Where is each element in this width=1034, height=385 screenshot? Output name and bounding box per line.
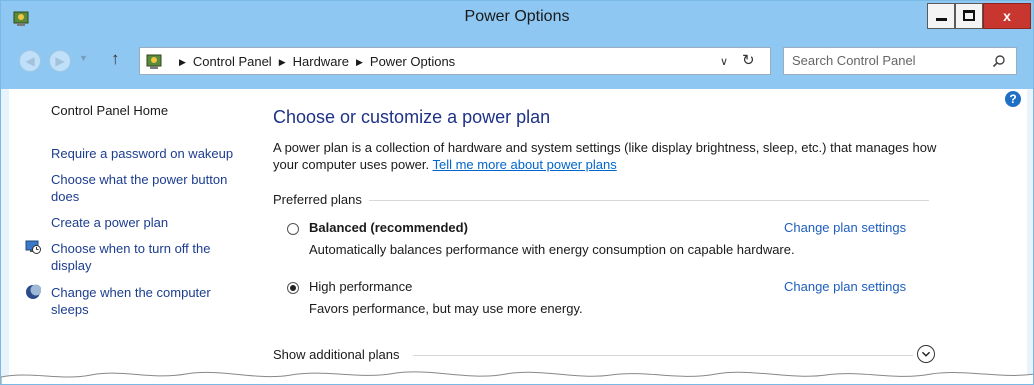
radio-high-performance[interactable]	[287, 282, 299, 294]
sidebar-item-create-plan[interactable]: Create a power plan	[51, 214, 251, 231]
address-bar[interactable]: ▶ Control Panel ▶ Hardware ▶ Power Options ∨ …	[139, 47, 771, 75]
change-plan-settings-high-performance-link[interactable]: Change plan settings	[784, 279, 906, 294]
change-plan-settings-balanced-link[interactable]: Change plan settings	[784, 220, 906, 235]
search-icon[interactable]	[992, 54, 1006, 68]
chevron-right-icon[interactable]: ▶	[356, 57, 363, 67]
preferred-plans-label: Preferred plans	[273, 192, 362, 207]
up-button[interactable]: ↑	[111, 49, 120, 69]
display-clock-icon	[25, 240, 41, 254]
close-button[interactable]: x	[983, 3, 1031, 29]
title-bar[interactable]: Power Options x	[1, 1, 1033, 35]
close-icon: x	[1003, 8, 1011, 24]
back-button[interactable]: ◀	[19, 50, 41, 72]
plan-description-balanced: Automatically balances performance with …	[309, 242, 795, 257]
radio-balanced[interactable]	[287, 223, 299, 235]
minimize-icon	[936, 18, 947, 21]
sidebar-item-require-password[interactable]: Require a password on wakeup	[51, 145, 251, 162]
power-options-window: Power Options x ◀ ▶ ▼ ↑ ▶ Control Panel ▶ H…	[0, 0, 1034, 385]
sidebar-item-turn-off-display[interactable]: Choose when to turn off the display	[51, 240, 251, 274]
content-area: Control Panel Home Require a password on…	[9, 89, 1027, 384]
refresh-icon[interactable]: ↻	[742, 51, 755, 69]
search-input[interactable]	[792, 53, 982, 68]
search-box[interactable]	[783, 47, 1017, 75]
page-description: A power plan is a collection of hardware…	[273, 139, 943, 173]
additional-plans-label[interactable]: Show additional plans	[273, 347, 399, 362]
breadcrumb-hardware[interactable]: Hardware	[293, 54, 349, 69]
plan-name-balanced[interactable]: Balanced (recommended)	[309, 220, 468, 235]
radio-selected-dot	[290, 285, 296, 291]
sidebar-item-computer-sleeps[interactable]: Change when the computer sleeps	[51, 284, 251, 318]
chevron-right-icon[interactable]: ▶	[279, 57, 286, 67]
control-panel-icon	[146, 54, 162, 69]
window-title: Power Options	[464, 8, 570, 25]
divider	[413, 355, 913, 356]
maximize-button[interactable]	[955, 3, 983, 29]
maximize-icon	[963, 10, 975, 21]
sidebar-item-power-button[interactable]: Choose what the power button does	[51, 171, 251, 205]
learn-more-link[interactable]: Tell me more about power plans	[432, 157, 616, 172]
moon-icon	[26, 284, 41, 299]
recent-locations-dropdown[interactable]: ▼	[79, 53, 88, 63]
plan-description-high-performance: Favors performance, but may use more ene…	[309, 301, 583, 316]
divider	[369, 200, 929, 201]
control-panel-home-link[interactable]: Control Panel Home	[51, 102, 168, 119]
page-title: Choose or customize a power plan	[273, 107, 551, 127]
minimize-button[interactable]	[927, 3, 955, 29]
breadcrumb: ▶ Control Panel ▶ Hardware ▶ Power Options	[172, 54, 455, 69]
breadcrumb-power-options[interactable]: Power Options	[370, 54, 455, 69]
torn-edge	[1, 371, 1033, 384]
chevron-right-icon[interactable]: ▶	[179, 57, 186, 67]
plan-name-high-performance[interactable]: High performance	[309, 279, 412, 294]
breadcrumb-control-panel[interactable]: Control Panel	[193, 54, 272, 69]
address-toolbar: ◀ ▶ ▼ ↑ ▶ Control Panel ▶ Hardware ▶ Power Op…	[1, 35, 1033, 89]
forward-button[interactable]: ▶	[49, 50, 71, 72]
help-icon[interactable]: ?	[1005, 91, 1021, 107]
chevron-down-icon[interactable]: ∨	[720, 55, 728, 68]
